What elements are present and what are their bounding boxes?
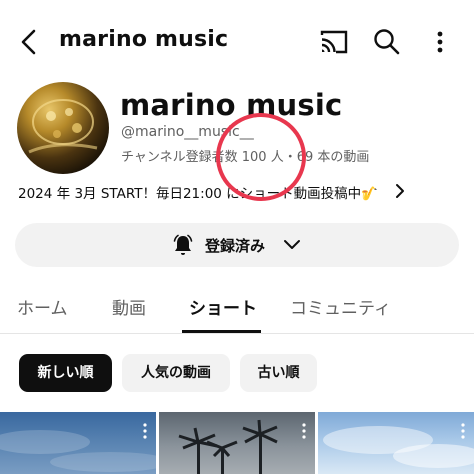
short-thumbnail[interactable] — [318, 412, 474, 474]
tab-home[interactable]: ホーム — [17, 294, 68, 319]
sky-scene-image — [0, 430, 156, 472]
cast-icon — [320, 30, 348, 54]
palm-trees-image — [178, 419, 278, 474]
tab-shorts[interactable]: ショート — [189, 294, 257, 319]
cloudy-sky-image — [323, 426, 474, 468]
active-tab-indicator — [182, 330, 261, 333]
back-button[interactable] — [14, 26, 44, 58]
chip-newest[interactable]: 新しい順 — [19, 354, 112, 392]
cast-button[interactable] — [318, 28, 350, 56]
back-arrow-icon — [21, 29, 36, 55]
subscribed-label: 登録済み — [205, 237, 266, 255]
more-vert-icon[interactable] — [301, 422, 307, 440]
short-thumbnail[interactable] — [159, 412, 315, 474]
more-vert-icon[interactable] — [142, 422, 148, 440]
channel-description: 2024 年 3月 START！毎日21:00 にショート動画投稿中🎷 — [18, 186, 378, 202]
tab-videos[interactable]: 動画 — [112, 294, 146, 319]
short-thumbnail[interactable] — [0, 412, 156, 474]
topbar-title: marino music — [59, 27, 229, 52]
highlight-circle-annotation — [216, 113, 306, 201]
saxophone-avatar-image — [28, 99, 98, 154]
search-icon — [374, 29, 400, 55]
more-vert-icon[interactable] — [460, 422, 466, 440]
chip-oldest[interactable]: 古い順 — [240, 354, 317, 392]
more-vert-icon — [437, 31, 443, 53]
channel-tabs: ホーム 動画 ショート コミュニティ — [0, 282, 474, 334]
chevron-down-icon — [284, 240, 300, 249]
channel-name: marino music — [120, 88, 343, 122]
subscribed-button[interactable]: 登録済み — [15, 223, 459, 267]
channel-avatar[interactable] — [17, 82, 109, 174]
tab-community[interactable]: コミュニティ — [290, 294, 391, 319]
more-options-button[interactable] — [430, 27, 450, 57]
top-app-bar: marino music — [0, 0, 474, 84]
search-button[interactable] — [372, 27, 402, 57]
bell-icon — [173, 234, 193, 255]
chevron-right-icon — [396, 184, 404, 198]
chip-popular[interactable]: 人気の動画 — [122, 354, 230, 392]
